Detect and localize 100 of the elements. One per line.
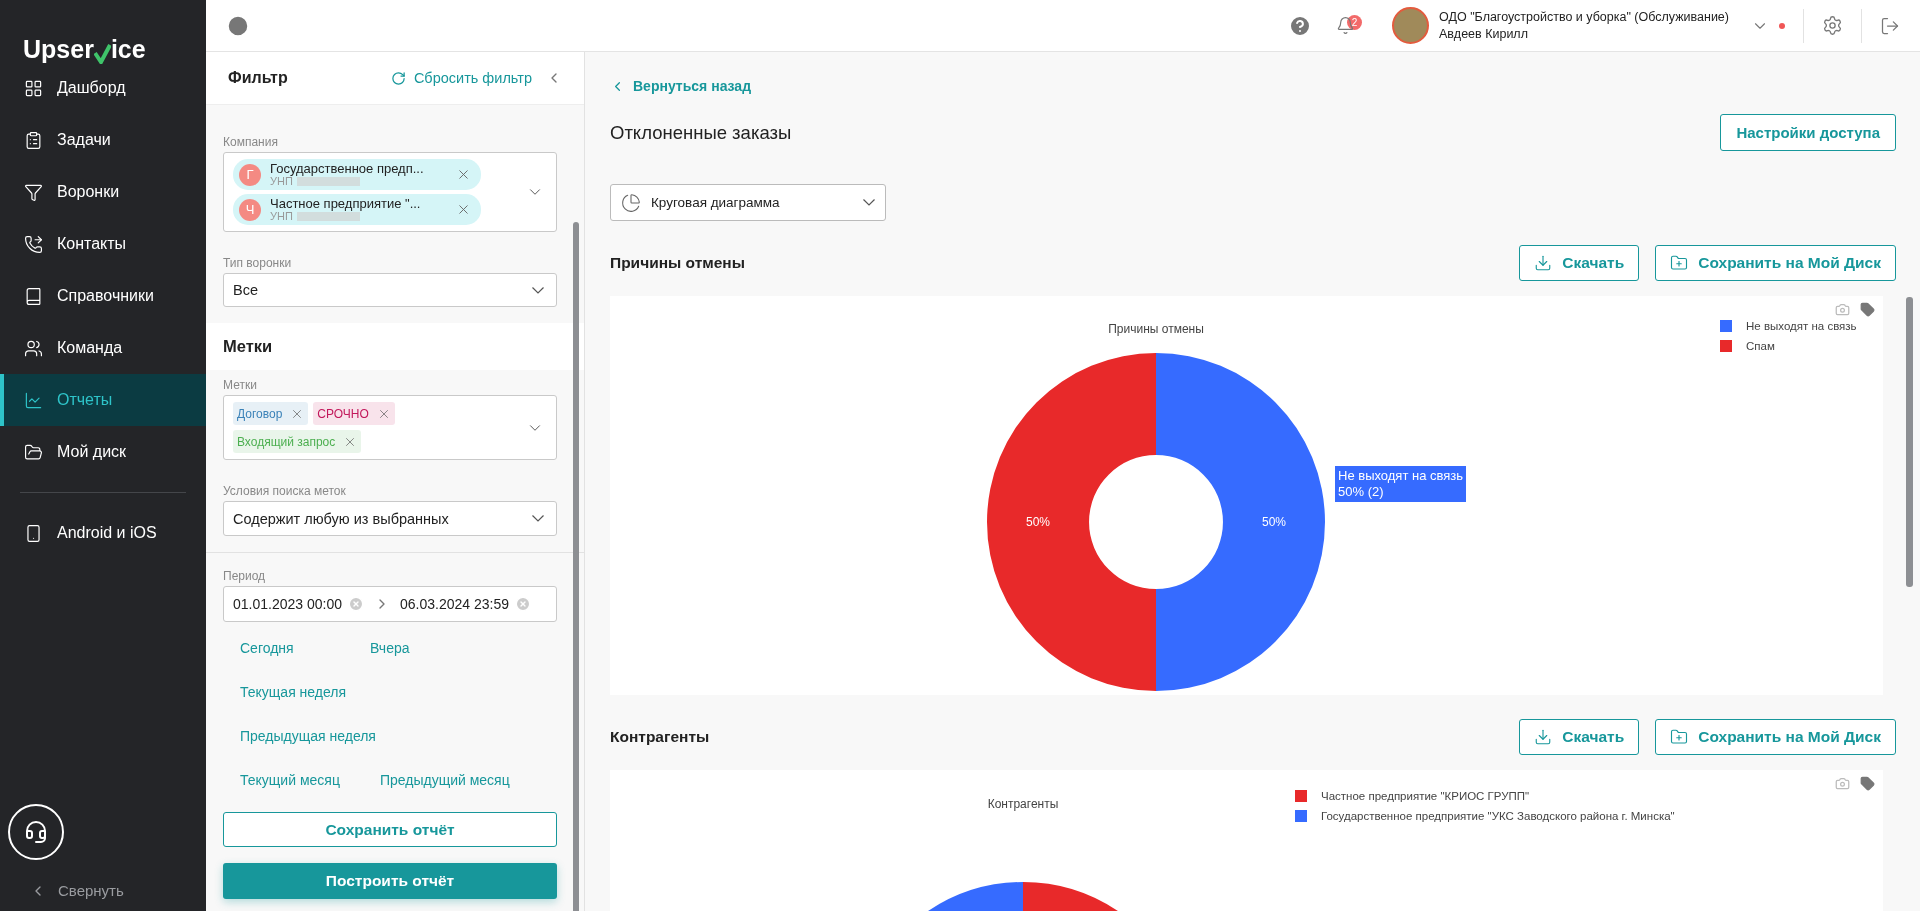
bell-icon[interactable]	[1336, 16, 1355, 35]
tag-chip[interactable]: Договор	[233, 402, 309, 425]
section-title: Причины отмены	[610, 254, 745, 272]
date-from[interactable]: 01.01.2023 00:00	[233, 596, 342, 612]
save-to-disk-button[interactable]: Сохранить на Мой Диск	[1655, 719, 1896, 755]
tag-icon[interactable]	[1860, 302, 1875, 317]
remove-icon[interactable]	[456, 167, 471, 182]
organization-name: ОДО "Благоустройство и уборка" (Обслуживание)	[1439, 8, 1729, 26]
chevron-down-icon	[532, 286, 544, 294]
download-button[interactable]: Скачать	[1519, 719, 1640, 755]
camera-icon[interactable]	[1835, 302, 1850, 317]
camera-icon[interactable]	[1835, 776, 1850, 791]
section-title: Метки	[223, 337, 273, 355]
initial-avatar: Ч	[239, 198, 261, 221]
pie-chart-icon	[621, 192, 641, 213]
nav-item[interactable]: Воронки	[0, 166, 206, 218]
build-report-button[interactable]: Построить отчёт	[223, 863, 557, 899]
field-label: Компания	[223, 135, 279, 149]
logo-text: ice	[110, 35, 146, 64]
remove-icon[interactable]	[456, 202, 471, 217]
collapse-button[interactable]: Свернуть	[8, 882, 124, 899]
date-to[interactable]: 06.03.2024 23:59	[400, 596, 509, 612]
tags-field[interactable]: Договор СРОЧНО Входящий запрос	[223, 395, 557, 460]
slice-label: 50%	[1262, 515, 1286, 529]
nav-icon	[24, 234, 43, 254]
field-label: Условия поиска меток	[223, 484, 347, 498]
company-name: Государственное предп...	[270, 161, 425, 175]
slice-label: 50%	[1026, 515, 1050, 529]
settings-icon[interactable]	[1822, 15, 1843, 36]
nav-icon	[24, 338, 43, 358]
company-field[interactable]: Г Государственное предп... УНП Ч Частное предприятие "... УНП	[223, 152, 557, 232]
page-title: Отклоненные заказы	[610, 121, 792, 144]
filter-title: Фильтр	[228, 69, 288, 87]
donut-slice[interactable]	[1156, 353, 1325, 691]
download-icon	[1534, 728, 1553, 746]
redacted-block	[296, 211, 360, 221]
save-to-disk-button[interactable]: Сохранить на Мой Диск	[1655, 245, 1896, 281]
tooltip-value: 50% (2)	[1338, 484, 1385, 500]
company-chip[interactable]: Ч Частное предприятие "... УНП	[233, 194, 481, 225]
nav-item[interactable]: Мой диск	[0, 426, 206, 478]
chevron-down-icon	[532, 515, 544, 522]
nav-item[interactable]: Отчеты	[0, 374, 206, 426]
legend-label[interactable]: Частное предприятие "КРИОС ГРУПП"	[1321, 790, 1530, 802]
logo-text: Upser	[23, 35, 94, 64]
user-name: Авдеев Кирилл	[1439, 25, 1529, 43]
chart-title: Причины отмены	[1108, 322, 1204, 336]
funnel-type-select[interactable]: Все	[223, 273, 557, 307]
nav-item[interactable]: Android и iOS	[0, 507, 206, 559]
refresh-icon	[390, 70, 406, 86]
redacted-block	[296, 176, 360, 186]
nav-item[interactable]: Контакты	[0, 218, 206, 270]
folder-plus-icon	[1670, 728, 1689, 746]
nav-icon	[24, 390, 43, 410]
tooltip-label: Не выходят на связь	[1338, 468, 1464, 484]
download-icon	[1534, 254, 1553, 272]
nav-icon	[24, 182, 43, 202]
nav-item[interactable]: Дашборд	[0, 62, 206, 114]
avatar[interactable]	[1392, 7, 1429, 44]
unp-label: УНП	[270, 209, 293, 223]
folder-plus-icon	[1670, 254, 1689, 272]
nav-icon	[24, 286, 43, 306]
download-button[interactable]: Скачать	[1519, 245, 1640, 281]
period-field[interactable]: 01.01.2023 00:00 06.03.2024 23:59	[223, 586, 557, 622]
field-label: Тип воронки	[223, 256, 293, 270]
field-label: Период	[223, 569, 267, 583]
nav-icon	[24, 442, 43, 462]
headset-icon	[24, 820, 48, 844]
save-report-button[interactable]: Сохранить отчёт	[223, 812, 557, 847]
nav-item[interactable]: Команда	[0, 322, 206, 374]
check-icon	[93, 44, 111, 64]
scrollbar[interactable]	[573, 222, 579, 911]
chevron-down-icon	[863, 199, 875, 206]
reset-filter-link[interactable]: Сбросить фильтр	[390, 70, 532, 86]
nav-item[interactable]: Справочники	[0, 270, 206, 322]
legend-label[interactable]: Государственное предприятие "УКС Заводского района г. Минска"	[1321, 810, 1675, 822]
field-label: Метки	[223, 378, 258, 392]
phone-icon	[24, 523, 43, 543]
tag-chip[interactable]: СРОЧНО	[313, 402, 395, 425]
access-settings-button[interactable]: Настройки доступа	[1720, 114, 1896, 151]
donut-slice[interactable]	[987, 353, 1156, 691]
section-title: Контрагенты	[610, 728, 710, 746]
nav-icon	[24, 130, 43, 150]
company-name: Частное предприятие "...	[270, 196, 422, 210]
status-dot	[1779, 22, 1785, 29]
legend-swatch[interactable]	[1295, 790, 1307, 802]
legend-label[interactable]: Не выходят на связь	[1746, 320, 1857, 332]
legend-swatch[interactable]	[1295, 810, 1307, 822]
legend-swatch[interactable]	[1720, 320, 1732, 332]
chart-type-select[interactable]: Круговая диаграмма	[610, 184, 886, 221]
support-button[interactable]	[8, 804, 64, 860]
search-condition-select[interactable]: Содержит любую из выбранных	[223, 501, 557, 536]
legend-swatch[interactable]	[1720, 340, 1732, 352]
tag-icon[interactable]	[1860, 776, 1875, 791]
company-chip[interactable]: Г Государственное предп... УНП	[233, 159, 481, 190]
logout-icon[interactable]	[1880, 15, 1900, 36]
initial-avatar: Г	[239, 163, 261, 186]
nav-item[interactable]: Задачи	[0, 114, 206, 166]
scrollbar[interactable]	[1906, 297, 1913, 587]
nav-icon	[24, 78, 43, 98]
legend-label[interactable]: Спам	[1746, 340, 1775, 352]
